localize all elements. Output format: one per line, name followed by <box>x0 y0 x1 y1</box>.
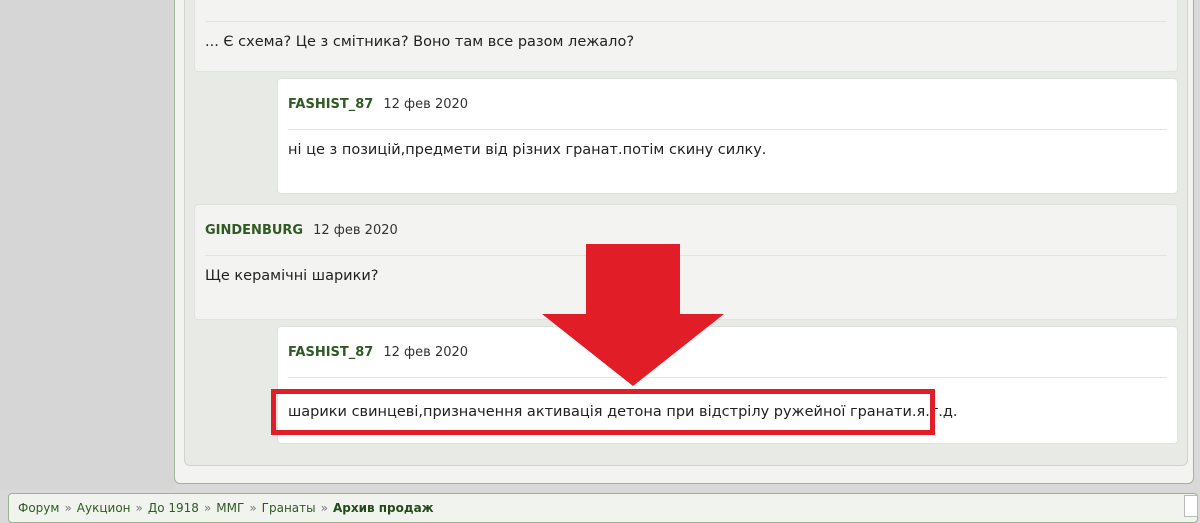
page-background <box>0 0 174 490</box>
page-icon[interactable] <box>1184 495 1198 517</box>
post-author[interactable]: FASHIST_87 <box>288 97 373 112</box>
breadcrumb-separator: » <box>64 501 72 515</box>
breadcrumb-item-sales-archive[interactable]: Архив продаж <box>333 501 434 515</box>
post-message: ... Є схема? Це з смітника? Воно там все… <box>205 34 635 50</box>
breadcrumb-separator: » <box>320 501 328 515</box>
post-separator <box>205 21 1167 22</box>
breadcrumb-item-auction[interactable]: Аукцион <box>77 501 131 515</box>
post-header: FASHIST_87 12 фев 2020 <box>288 327 468 377</box>
breadcrumb-separator: » <box>203 501 212 515</box>
post-message: ні це з позицій,предмети від різних гран… <box>288 142 767 158</box>
post: ... Є схема? Це з смітника? Воно там все… <box>194 0 1178 72</box>
post-date[interactable]: 12 фев 2020 <box>383 97 468 112</box>
breadcrumb-item-forum[interactable]: Форум <box>18 501 59 515</box>
down-arrow-icon <box>542 244 724 386</box>
post-separator <box>288 129 1167 130</box>
post-message: Ще керамічні шарики? <box>205 268 379 284</box>
breadcrumb-separator: » <box>249 501 257 515</box>
breadcrumb-item-mmg[interactable]: ММГ <box>216 501 244 515</box>
down-arrow-shape <box>542 244 724 386</box>
breadcrumb-item-before-1918[interactable]: До 1918 <box>148 501 199 515</box>
breadcrumb-separator: » <box>135 501 143 515</box>
breadcrumb-item-grenades[interactable]: Гранаты <box>262 501 316 515</box>
post-separator <box>288 377 1167 378</box>
post-date[interactable]: 12 фев 2020 <box>383 345 468 360</box>
post-header: FASHIST_87 12 фев 2020 <box>288 79 468 129</box>
post-author[interactable]: FASHIST_87 <box>288 345 373 360</box>
highlight-box <box>271 389 935 435</box>
post-header: GINDENBURG 12 фев 2020 <box>205 205 398 255</box>
post-reply: FASHIST_87 12 фев 2020 ні це з позицій,п… <box>277 78 1178 194</box>
post-date[interactable]: 12 фев 2020 <box>313 223 398 238</box>
post-author[interactable]: GINDENBURG <box>205 223 303 238</box>
